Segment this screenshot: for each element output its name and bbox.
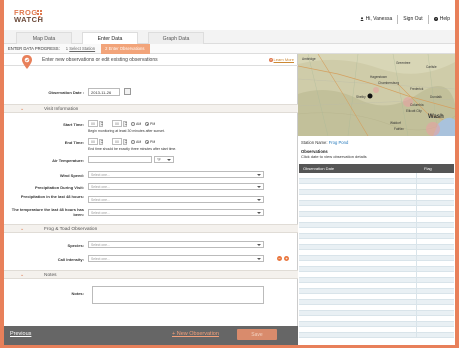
map-label: Columbia [410,103,424,107]
chevron-down-icon: ⌄ [20,272,25,278]
observation-date-input[interactable]: 2013-11-26 [88,88,120,96]
map-label: Chambersburg [378,81,399,85]
air-temp-unit-select[interactable]: °F [154,156,174,163]
map-label: Dundalk [430,95,442,99]
remove-row-icon[interactable]: − [277,256,282,261]
station-marker-icon[interactable] [367,93,373,99]
form-footer: Previous + New Observation Save [4,326,298,345]
wind-speed-label: Wind Speed: [59,173,84,178]
new-observation-link[interactable]: + New Observation [172,331,219,337]
call-intensity-select[interactable]: Select one... [88,255,264,262]
save-button[interactable]: Save [237,329,277,340]
temp-48h-select[interactable]: Select one... [88,209,264,216]
station-panel: Ambridge Greentree Carlisle Frederick Ha… [298,54,455,345]
precip-visit-label: Precipitation During Visit: [34,185,84,190]
logo-mark-icon [37,10,42,18]
precip-visit-select[interactable]: Select one... [88,183,264,190]
top-bar: FROG WATCH Hi, Vanessa Sign Out ? Help [4,0,455,30]
start-hour-stepper[interactable] [99,120,103,127]
species-label: Species: [67,243,84,248]
previous-link[interactable]: Previous [10,331,31,337]
question-icon: ? [268,57,273,62]
end-hour-input[interactable]: 00 [88,138,98,145]
map-label: Ellicott City [406,109,422,113]
start-time-hint: Begin monitoring at least 30 minutes aft… [88,129,165,133]
end-am-radio[interactable] [131,140,135,144]
add-row-icon[interactable]: + [284,256,289,261]
observations-table: Observation Date Flag [299,164,454,338]
end-min-stepper[interactable] [123,138,127,145]
learn-more-link[interactable]: ? Learn More [268,57,294,62]
form-header-text: Enter new observations or edit existing … [42,57,158,63]
start-pm-radio[interactable] [145,122,149,126]
start-min-input[interactable]: 00 [112,120,122,127]
visit-info-section[interactable]: ⌄ Visit Information [4,104,298,113]
form-header: Enter new observations or edit existing … [4,54,298,69]
end-hour-stepper[interactable] [99,138,103,145]
user-icon [359,17,364,21]
help-icon: ? [433,17,438,21]
help-link[interactable]: ? Help [427,14,455,24]
air-temp-input[interactable] [88,156,152,163]
tab-map-data[interactable]: Map Data [16,32,72,44]
user-greeting[interactable]: Hi, Vanessa [355,15,398,24]
table-header: Observation Date Flag [299,164,454,173]
start-hour-input[interactable]: 00 [88,120,98,127]
sign-out-link[interactable]: Sign Out [397,14,427,24]
map-label: Ambridge [302,57,316,61]
observation-date-label: Observation Date : [48,90,84,95]
progress-step-1[interactable]: 1 Select Station [66,46,95,51]
station-map[interactable]: Ambridge Greentree Carlisle Frederick Ha… [298,54,455,136]
calendar-icon[interactable] [124,88,131,95]
tab-graph-data[interactable]: Graph Data [148,32,204,44]
precip-48h-label: Precipitation in the last 48 hours: [20,194,84,199]
notes-label: Notes: [71,291,84,296]
progress-step-2: 2 Enter Observations [101,43,151,54]
start-time-label: Start Time: [63,122,84,127]
end-pm-radio[interactable] [145,140,149,144]
species-select[interactable]: Select one... [88,241,264,248]
wind-speed-select[interactable]: Select one... [88,171,264,178]
notes-section[interactable]: ⌄ Notes [4,270,298,279]
end-time-label: End Time: [64,140,84,145]
precip-48h-select[interactable]: Select one... [88,196,264,203]
observation-form: Enter new observations or edit existing … [4,54,298,326]
station-name: Station Name: Frog Pond [301,140,349,145]
map-label: Fairfax [394,127,404,131]
start-am-radio[interactable] [131,122,135,126]
frog-toad-section[interactable]: ⌄ Frog & Toad Observation [4,224,298,233]
table-row [299,332,454,338]
end-time-hint: End time should be exactly three minutes… [88,147,177,151]
notes-textarea[interactable] [92,286,264,304]
observations-subtext: Click date to view observation details [301,154,367,159]
air-temp-label: Air Temperature: [52,158,84,163]
table-body [299,173,454,338]
user-area: Hi, Vanessa Sign Out ? Help [355,14,455,24]
map-label: Shelby [356,95,366,99]
map-label: Waldorf [390,121,401,125]
progress-bar: ENTER DATA PROGRESS: 1 Select Station 2 … [4,43,455,54]
map-label: Greentree [396,61,411,65]
main-nav: Map Data Enter Data Graph Data [4,30,455,45]
chevron-down-icon: ⌄ [20,106,25,112]
map-pin-icon [22,55,32,69]
map-label: Wash [428,114,444,120]
map-label: Carlisle [426,65,437,69]
start-min-stepper[interactable] [123,120,127,127]
map-label: Frederick [410,87,424,91]
temp-48h-label: The temperature the last 48 hours has be… [11,207,84,217]
call-intensity-label: Call Intensity: [57,257,84,262]
end-min-input[interactable]: 00 [112,138,122,145]
map-label: Hagerstown [370,75,387,79]
chevron-down-icon: ⌄ [20,226,25,232]
